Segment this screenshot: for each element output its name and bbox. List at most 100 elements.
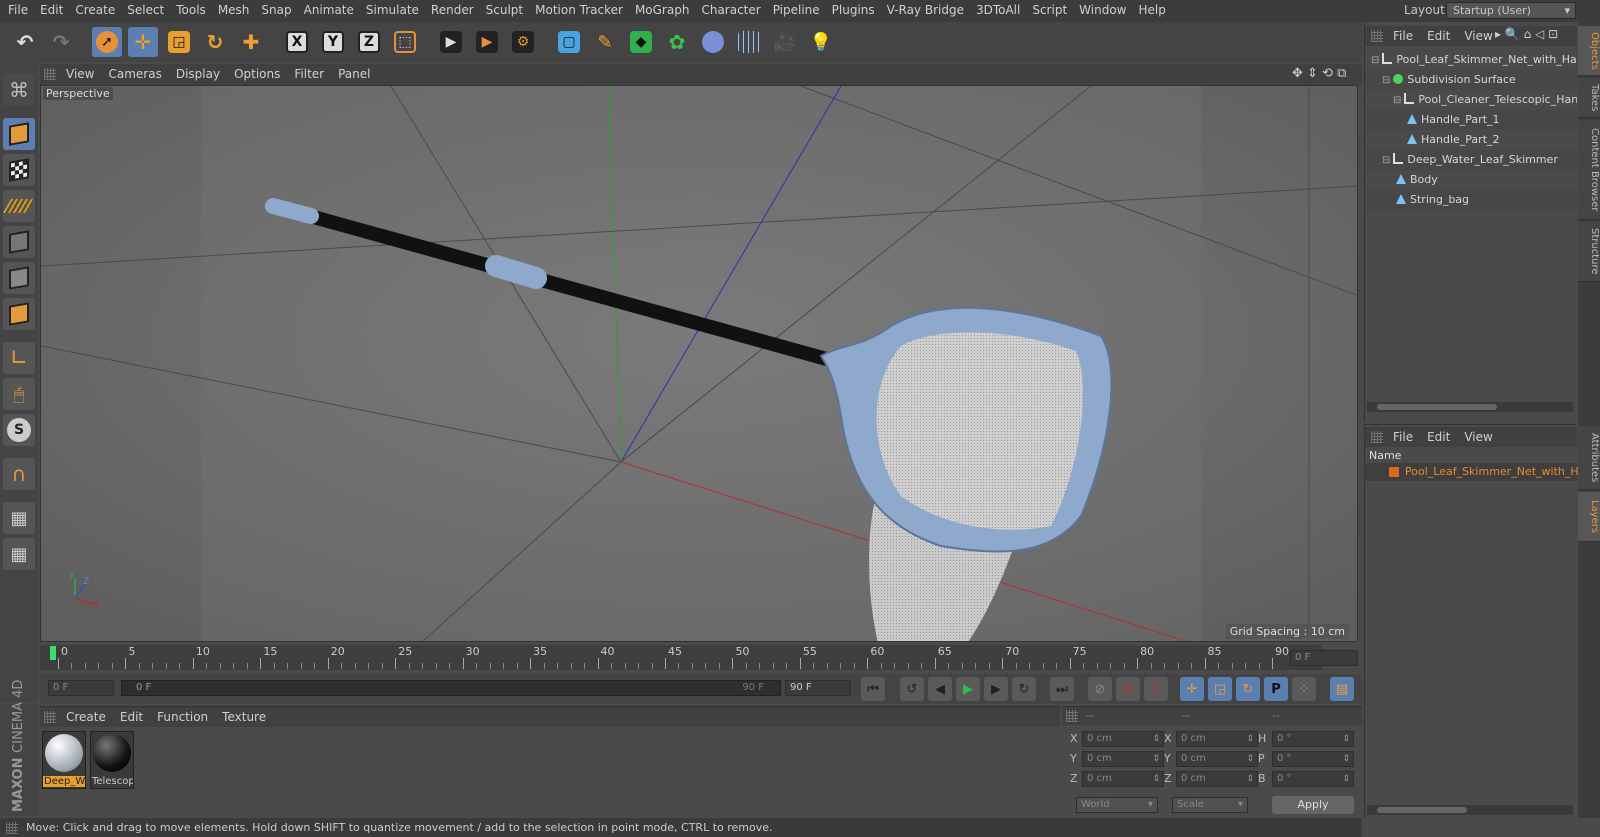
cloner-button[interactable]: ✿ (662, 27, 692, 57)
menu-tools[interactable]: Tools (170, 0, 212, 20)
scale-dropdown[interactable]: Scale ▾ (1172, 797, 1248, 813)
z-axis-button[interactable]: Z (354, 27, 384, 57)
menu-3dtoall[interactable]: 3DToAll (970, 0, 1026, 20)
coord-field[interactable]: 0 cm ⇕ (1082, 771, 1164, 787)
prev-frame-button[interactable]: ◀ (928, 677, 952, 701)
menu-edit[interactable]: Edit (34, 0, 69, 20)
object-row[interactable]: Body (1365, 170, 1577, 190)
deformer-button[interactable] (698, 27, 728, 57)
menu-render[interactable]: Render (425, 0, 480, 20)
timeline-ruler[interactable]: 0 5 10 15 20 25 30 35 40 45 50 55 60 65 70 75 80 85 90 (40, 645, 1322, 670)
menu-window[interactable]: Window (1073, 0, 1132, 20)
coord-field[interactable]: 0 ° ⇕ (1272, 771, 1354, 787)
menu-sculpt[interactable]: Sculpt (480, 0, 529, 20)
record-disabled-button[interactable]: ⊘ (1088, 677, 1112, 701)
menu-motion-tracker[interactable]: Motion Tracker (529, 0, 629, 20)
tab-attributes[interactable]: Attributes (1578, 426, 1600, 490)
workplane-mode-button[interactable] (2, 190, 36, 222)
x-axis-button[interactable]: X (282, 27, 312, 57)
solo-button[interactable]: S (3, 414, 35, 446)
axis-mode-button[interactable]: ∟ (3, 342, 35, 374)
timeline-button[interactable]: ▤ (1330, 677, 1354, 701)
coord-field[interactable]: 0 ° ⇕ (1272, 751, 1354, 767)
tab-layers[interactable]: Layers (1578, 492, 1600, 542)
menu-character[interactable]: Character (695, 0, 766, 20)
snap-button[interactable]: ∩ (3, 458, 35, 490)
viewport-menu-cameras[interactable]: Cameras (108, 67, 161, 81)
viewport-nav-icons[interactable]: ✥ ⇕ ⟲ ⧉ (1292, 66, 1346, 81)
expand-toggle-icon[interactable]: ⊟ (1382, 75, 1390, 86)
objects-menu-file[interactable]: File (1393, 29, 1413, 43)
menu-mograph[interactable]: MoGraph (629, 0, 696, 20)
menu-help[interactable]: Help (1132, 0, 1171, 20)
expand-toggle-icon[interactable]: ⊟ (1393, 95, 1401, 106)
render-settings-button[interactable]: ⚙ (508, 27, 538, 57)
undo-button[interactable]: ↶ (10, 27, 40, 57)
objects-menu-view[interactable]: View (1464, 29, 1492, 43)
frame-range-slider[interactable]: 0 F 90 F (121, 680, 781, 696)
layer-row[interactable]: Pool_Leaf_Skimmer_Net_with_Han (1365, 463, 1592, 481)
render-view-button[interactable]: ▶ (436, 27, 466, 57)
menu-pipeline[interactable]: Pipeline (767, 0, 826, 20)
menu-file[interactable]: File (2, 0, 34, 20)
playhead[interactable] (50, 646, 56, 660)
pen-spline-button[interactable]: ✎ (590, 27, 620, 57)
lock-workplane-button[interactable]: ▦ (3, 502, 35, 534)
expand-toggle-icon[interactable]: ⊟ (1371, 55, 1379, 66)
y-axis-button[interactable]: Y (318, 27, 348, 57)
menu-plugins[interactable]: Plugins (826, 0, 881, 20)
camera-button[interactable]: 🎥 (770, 27, 800, 57)
object-row[interactable]: Handle_Part_1 (1365, 110, 1577, 130)
model-mode-button[interactable] (3, 118, 35, 150)
tab-content-browser[interactable]: Content Browser (1578, 120, 1600, 220)
record-button[interactable]: ⊙ (1116, 677, 1140, 701)
coord-field[interactable]: 0 ° ⇕ (1272, 731, 1354, 747)
layers-menu-edit[interactable]: Edit (1427, 430, 1450, 444)
apply-button[interactable]: Apply (1272, 796, 1354, 814)
material-menu-texture[interactable]: Texture (222, 710, 266, 724)
redo-button[interactable]: ↷ (46, 27, 76, 57)
viewport-menu-panel[interactable]: Panel (338, 67, 370, 81)
key-scale-button[interactable]: ◲ (1208, 677, 1232, 701)
menu-mesh[interactable]: Mesh (212, 0, 256, 20)
go-to-end-button[interactable]: ⏭ (1050, 677, 1074, 701)
object-row[interactable]: Handle_Part_2 (1365, 130, 1577, 150)
go-to-start-button[interactable]: ⏮ (861, 677, 885, 701)
key-pla-button[interactable]: ⁘ (1292, 677, 1316, 701)
coord-field[interactable]: 0 cm ⇕ (1176, 771, 1258, 787)
material-menu-create[interactable]: Create (66, 710, 106, 724)
coord-field[interactable]: 0 cm ⇕ (1082, 751, 1164, 767)
menu-create[interactable]: Create (69, 0, 121, 20)
object-manager-tools[interactable]: ▸ 🔍 ⌂ ◁ ⊡ (1495, 27, 1558, 41)
play-button[interactable]: ▶ (956, 677, 980, 701)
planar-workplane-button[interactable]: ▦ (3, 538, 35, 570)
select-tool-button[interactable]: ➚ (92, 27, 122, 57)
rotate-tool-button[interactable]: ↻ (200, 27, 230, 57)
subdivision-button[interactable]: ◆ (626, 27, 656, 57)
tab-takes[interactable]: Takes (1578, 78, 1600, 118)
viewport-menu-options[interactable]: Options (234, 67, 280, 81)
menu-simulate[interactable]: Simulate (360, 0, 425, 20)
object-row[interactable]: ⊟ Subdivision Surface (1365, 70, 1577, 90)
layers-menu-view[interactable]: View (1464, 430, 1492, 444)
live-selection-button[interactable]: ✚ (236, 27, 266, 57)
key-rotate-button[interactable]: ↻ (1236, 677, 1260, 701)
menu-select[interactable]: Select (121, 0, 170, 20)
tweak-mode-button[interactable]: 🖱 (3, 378, 35, 410)
object-row[interactable]: ⊟ Deep_Water_Leaf_Skimmer (1365, 150, 1577, 170)
material-swatch[interactable]: Telescop (90, 731, 134, 789)
expand-toggle-icon[interactable]: ⊟ (1382, 155, 1390, 166)
coord-field[interactable]: 0 cm ⇕ (1176, 751, 1258, 767)
objects-menu-edit[interactable]: Edit (1427, 29, 1450, 43)
points-mode-button[interactable] (3, 226, 35, 258)
object-row[interactable]: String_bag (1365, 190, 1577, 210)
menu-snap[interactable]: Snap (255, 0, 297, 20)
material-menu-edit[interactable]: Edit (120, 710, 143, 724)
viewport-menu-filter[interactable]: Filter (294, 67, 324, 81)
end-frame-field[interactable]: 90 F (785, 680, 851, 696)
key-param-button[interactable]: P (1264, 677, 1288, 701)
key-move-button[interactable]: ✛ (1180, 677, 1204, 701)
polygons-mode-button[interactable] (3, 298, 35, 330)
current-frame-field[interactable]: 0 F (1290, 650, 1358, 666)
next-keyframe-button[interactable]: ↻ (1012, 677, 1036, 701)
